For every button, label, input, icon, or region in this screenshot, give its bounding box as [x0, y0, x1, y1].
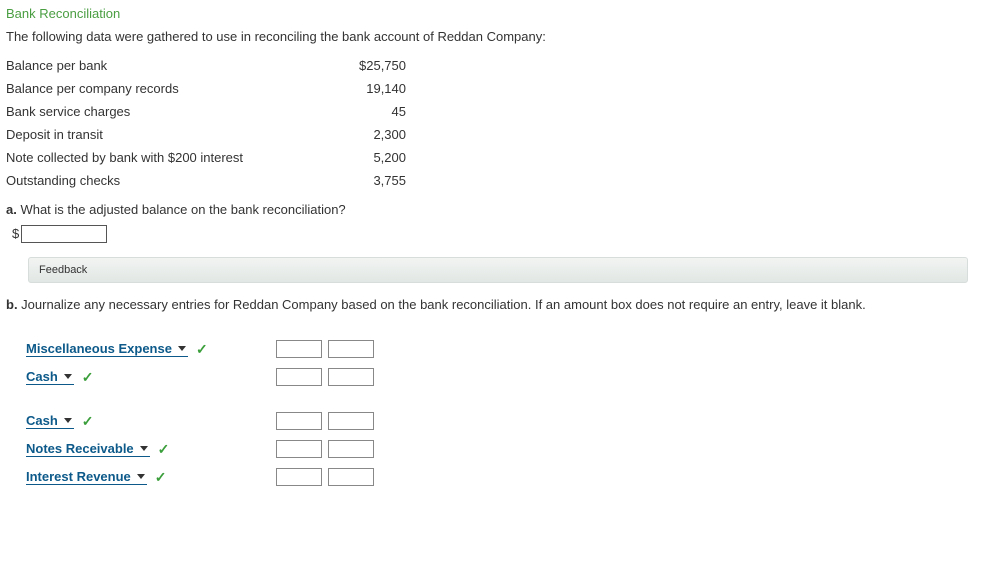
- journal-entries: Miscellaneous Expense ✓ Cash ✓: [26, 338, 981, 488]
- check-icon: ✓: [155, 469, 167, 486]
- credit-input[interactable]: [328, 412, 374, 430]
- account-select-label: Notes Receivable: [26, 441, 134, 456]
- table-row: Note collected by bank with $200 interes…: [6, 146, 406, 169]
- table-row: Balance per company records 19,140: [6, 77, 406, 100]
- account-select-label: Miscellaneous Expense: [26, 341, 172, 356]
- row-value: 3,755: [306, 169, 406, 192]
- dollar-sign: $: [12, 226, 19, 241]
- account-select-label: Cash: [26, 369, 58, 384]
- question-b-letter: b.: [6, 297, 18, 312]
- table-row: Deposit in transit 2,300: [6, 123, 406, 146]
- account-select[interactable]: Interest Revenue: [26, 469, 147, 485]
- row-label: Deposit in transit: [6, 123, 306, 146]
- row-value: 45: [306, 100, 406, 123]
- account-select[interactable]: Cash: [26, 413, 74, 429]
- journal-row: Cash ✓: [26, 410, 981, 432]
- data-table: Balance per bank $25,750 Balance per com…: [6, 54, 406, 192]
- question-b-text: Journalize any necessary entries for Red…: [18, 297, 866, 312]
- row-value: 5,200: [306, 146, 406, 169]
- journal-row: Notes Receivable ✓: [26, 438, 981, 460]
- check-icon: ✓: [82, 369, 94, 386]
- chevron-down-icon: [178, 346, 186, 351]
- debit-input[interactable]: [276, 412, 322, 430]
- journal-row: Miscellaneous Expense ✓: [26, 338, 981, 360]
- row-value: 19,140: [306, 77, 406, 100]
- question-b: b. Journalize any necessary entries for …: [6, 297, 981, 312]
- debit-input[interactable]: [276, 340, 322, 358]
- table-row: Outstanding checks 3,755: [6, 169, 406, 192]
- credit-input[interactable]: [328, 340, 374, 358]
- account-select[interactable]: Cash: [26, 369, 74, 385]
- journal-row: Interest Revenue ✓: [26, 466, 981, 488]
- row-label: Balance per bank: [6, 54, 306, 77]
- check-icon: ✓: [82, 413, 94, 430]
- debit-input[interactable]: [276, 368, 322, 386]
- chevron-down-icon: [137, 474, 145, 479]
- row-value: $25,750: [306, 54, 406, 77]
- row-label: Bank service charges: [6, 100, 306, 123]
- credit-input[interactable]: [328, 368, 374, 386]
- adjusted-balance-input[interactable]: [21, 225, 107, 243]
- account-select-label: Cash: [26, 413, 58, 428]
- check-icon: ✓: [158, 441, 170, 458]
- question-a-letter: a.: [6, 202, 17, 217]
- account-select-label: Interest Revenue: [26, 469, 131, 484]
- debit-input[interactable]: [276, 440, 322, 458]
- row-label: Balance per company records: [6, 77, 306, 100]
- account-select[interactable]: Miscellaneous Expense: [26, 341, 188, 357]
- journal-group-2: Cash ✓ Notes Receivable ✓ Inte: [26, 410, 981, 488]
- row-value: 2,300: [306, 123, 406, 146]
- intro-text: The following data were gathered to use …: [6, 29, 981, 44]
- feedback-panel[interactable]: Feedback: [28, 257, 968, 283]
- question-a: a. What is the adjusted balance on the b…: [6, 202, 981, 217]
- chevron-down-icon: [64, 418, 72, 423]
- account-select[interactable]: Notes Receivable: [26, 441, 150, 457]
- table-row: Balance per bank $25,750: [6, 54, 406, 77]
- credit-input[interactable]: [328, 468, 374, 486]
- chevron-down-icon: [64, 374, 72, 379]
- page-title: Bank Reconciliation: [6, 6, 981, 21]
- journal-row: Cash ✓: [26, 366, 981, 388]
- credit-input[interactable]: [328, 440, 374, 458]
- chevron-down-icon: [140, 446, 148, 451]
- debit-input[interactable]: [276, 468, 322, 486]
- row-label: Note collected by bank with $200 interes…: [6, 146, 306, 169]
- table-row: Bank service charges 45: [6, 100, 406, 123]
- question-a-text: What is the adjusted balance on the bank…: [17, 202, 346, 217]
- check-icon: ✓: [196, 341, 208, 358]
- journal-group-1: Miscellaneous Expense ✓ Cash ✓: [26, 338, 981, 388]
- row-label: Outstanding checks: [6, 169, 306, 192]
